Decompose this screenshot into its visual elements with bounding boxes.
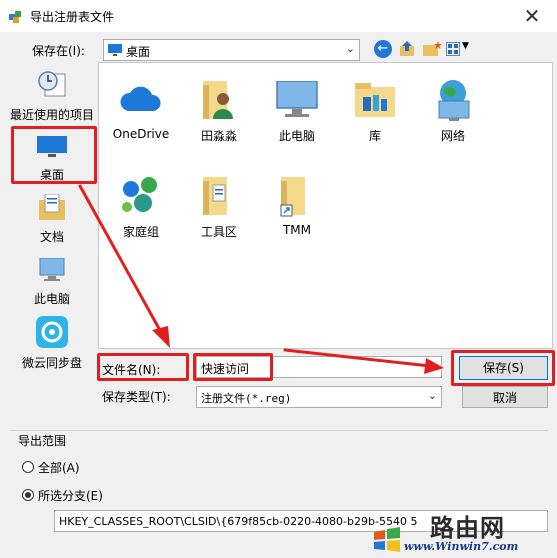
back-button[interactable]: ← (374, 40, 392, 58)
file-label: OneDrive (112, 127, 170, 141)
separator (10, 430, 548, 431)
file-label: TMM (282, 223, 312, 237)
computer-icon (39, 258, 65, 281)
filename-label: 文件名(N): (102, 363, 161, 377)
file-label: 库 (368, 129, 381, 143)
caret-down-icon: ▼ (462, 41, 469, 51)
user-folder-icon (203, 81, 233, 119)
chevron-down-icon: ⌄ (427, 389, 437, 402)
library-folder-icon (355, 83, 395, 117)
sidebar-item-weiyun[interactable]: 微云同步盘 (6, 314, 98, 370)
radio-selected-branch[interactable] (22, 489, 34, 501)
view-menu-button[interactable]: ▼ (446, 40, 472, 58)
sidebar-item-recent[interactable]: 最近使用的项目 (6, 66, 98, 122)
sidebar-item-label: 微云同步盘 (21, 356, 82, 370)
documents-folder-icon (39, 194, 65, 220)
sidebar-item-label: 最近使用的项目 (9, 108, 94, 122)
onedrive-cloud-icon (120, 86, 161, 111)
new-folder-button[interactable] (422, 40, 442, 58)
grid-view-icon (446, 42, 460, 56)
file-label: 工具区 (200, 225, 237, 239)
chevron-down-icon: ⌄ (345, 42, 355, 55)
sidebar-item-label: 此电脑 (33, 292, 70, 306)
watermark-url: www.Winwin7.com (404, 540, 519, 553)
weiyun-sync-icon (36, 316, 68, 348)
watermark-brand: 路由网 (430, 514, 505, 542)
regedit-icon (9, 11, 21, 23)
desktop-icon (108, 44, 122, 56)
chevron-down-icon: ⌄ (427, 359, 437, 372)
list-item[interactable]: 库 (335, 75, 415, 151)
radio-selected-label: 所选分支(E) (38, 489, 103, 503)
up-folder-button[interactable] (398, 40, 416, 58)
computer-icon (276, 81, 318, 117)
list-item[interactable]: 此电脑 (257, 75, 337, 151)
sidebar-item-documents[interactable]: 文档 (6, 190, 98, 244)
list-item[interactable]: 工具区 (179, 171, 259, 247)
sidebar-item-label: 文档 (39, 230, 64, 244)
cancel-button[interactable]: 取消 (462, 386, 548, 408)
file-label: 家庭组 (122, 225, 159, 239)
places-sidebar: 最近使用的项目 桌面 文档 此电脑 微云同步盘 (6, 62, 98, 380)
list-item[interactable]: OneDrive (101, 75, 181, 151)
recent-items-icon (38, 71, 66, 97)
branch-path-value: HKEY_CLASSES_ROOT\CLSID\{679f85cb-0220-4… (59, 515, 418, 528)
radio-all[interactable] (22, 461, 34, 473)
window-title: 导出注册表文件 (30, 10, 115, 24)
filename-value-highlight-box (193, 353, 273, 381)
filetype-value: 注册文件(*.reg) (201, 392, 292, 405)
file-list: OneDrive 田淼淼 此电脑 库 网络 家庭组 工具区 TMM (98, 62, 553, 349)
export-range-title: 导出范围 (16, 432, 69, 449)
save-button[interactable]: 保存(S) (459, 356, 548, 380)
save-in-label: 保存在(I): (32, 44, 85, 58)
filetype-label: 保存类型(T): (102, 390, 171, 404)
homegroup-icon (122, 177, 157, 212)
title-bar: 导出注册表文件 ✕ (0, 0, 557, 32)
list-item[interactable]: 田淼淼 (179, 75, 259, 151)
list-item[interactable]: 网络 (413, 75, 493, 151)
file-label: 网络 (440, 129, 465, 143)
desktop-highlight-box (11, 126, 97, 184)
close-button[interactable]: ✕ (515, 4, 549, 28)
folder-with-documents-icon (203, 177, 227, 215)
list-item[interactable]: 家庭组 (101, 171, 181, 247)
watermark-logo: 路由网 www.Winwin7.com (368, 508, 554, 556)
location-value: 桌面 (126, 45, 151, 59)
file-label: 田淼淼 (200, 129, 237, 143)
location-combo[interactable]: 桌面 ⌄ (103, 39, 360, 61)
back-arrow-icon: ← (377, 41, 389, 56)
filetype-select[interactable]: 注册文件(*.reg) ⌄ (196, 386, 442, 408)
list-item[interactable]: TMM (257, 171, 337, 247)
network-icon (438, 80, 470, 121)
shortcut-folder-icon (280, 177, 305, 217)
file-label: 此电脑 (278, 129, 315, 143)
sidebar-item-this-pc[interactable]: 此电脑 (6, 252, 98, 306)
radio-all-label: 全部(A) (38, 461, 80, 475)
windows-flag-icon (374, 527, 400, 552)
